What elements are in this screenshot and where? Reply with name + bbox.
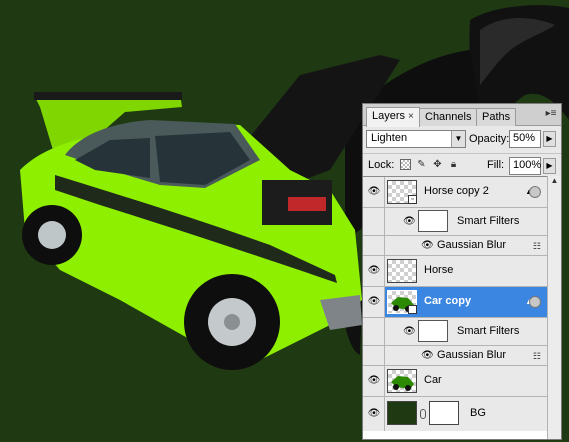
layers-scrollbar[interactable]: ▲ [547, 176, 561, 439]
smart-object-icon: ▫ [408, 305, 417, 314]
blend-mode-value: Lighten [371, 132, 408, 144]
eye-icon[interactable]: 👁︎ [367, 297, 381, 307]
filter-row-gaussian-blur[interactable]: 👁︎ Gaussian Blur ☷ [363, 346, 547, 366]
link-icon[interactable] [420, 409, 426, 419]
fill-field[interactable]: 100% [509, 157, 541, 175]
lock-transparent-pixels-icon[interactable] [400, 159, 411, 170]
eye-icon[interactable]: 👁︎ [403, 216, 416, 227]
filter-row-gaussian-blur[interactable]: 👁︎ Gaussian Blur ☷ [363, 236, 547, 256]
visibility-toggle-spacer [363, 236, 385, 255]
lock-position-icon[interactable]: ✥ [432, 159, 443, 170]
filter-name[interactable]: Gaussian Blur [437, 349, 506, 361]
smart-filter-badge-icon [529, 296, 541, 308]
layer-thumbnail: ▫ [387, 290, 417, 314]
panel-menu-icon[interactable]: ▸≡ [544, 108, 558, 120]
layer-thumbnail [387, 259, 417, 283]
eye-icon[interactable]: 👁︎ [367, 376, 381, 386]
layer-mask-thumbnail[interactable] [429, 401, 459, 425]
tab-paths[interactable]: Paths [476, 108, 517, 126]
visibility-toggle[interactable]: 👁︎ [363, 366, 385, 396]
visibility-toggle-spacer [363, 346, 385, 365]
eye-icon[interactable]: 👁︎ [367, 409, 381, 419]
tab-channels-label: Channels [425, 111, 472, 123]
lock-label: Lock: [368, 159, 395, 171]
opacity-field[interactable]: 50% [509, 130, 541, 148]
filter-mask-thumbnail[interactable] [418, 320, 448, 342]
layer-name[interactable]: Car [424, 374, 442, 386]
blend-mode-select[interactable]: Lighten ▼ [366, 130, 466, 148]
eye-icon[interactable]: 👁︎ [421, 350, 434, 361]
layer-row-horse[interactable]: 👁︎ Horse [363, 256, 547, 287]
layer-name[interactable]: Horse [424, 264, 453, 276]
visibility-toggle[interactable]: 👁︎ [363, 287, 385, 317]
eye-icon[interactable]: 👁︎ [421, 240, 434, 251]
scroll-up-arrow-icon[interactable]: ▲ [548, 176, 561, 188]
visibility-toggle-spacer [363, 318, 385, 345]
layer-row-car-copy[interactable]: 👁︎ ▫ Car copy ▲ [363, 287, 547, 318]
opacity-label: Opacity: [469, 133, 510, 145]
eye-icon[interactable]: 👁︎ [367, 266, 381, 276]
smart-filters-row[interactable]: 👁︎ Smart Filters [363, 208, 547, 236]
tab-paths-label: Paths [482, 111, 511, 123]
layers-panel: Layers × Channels Paths ▸≡ Lighten ▼ Opac… [362, 103, 562, 440]
smart-filters-row[interactable]: 👁︎ Smart Filters [363, 318, 547, 346]
filter-mask-thumbnail[interactable] [418, 210, 448, 232]
smart-filters-label: Smart Filters [457, 324, 520, 337]
visibility-toggle-spacer [363, 208, 385, 235]
lock-all-icon[interactable]: 🔒︎ [448, 159, 459, 170]
opacity-slider-arrow-icon[interactable]: ▶ [543, 131, 556, 147]
fill-slider-arrow-icon[interactable]: ▶ [543, 158, 556, 174]
lock-image-pixels-icon[interactable]: ✎ [416, 159, 427, 170]
eye-icon[interactable]: 👁︎ [367, 187, 381, 197]
layer-row-car[interactable]: 👁︎ Car [363, 366, 547, 397]
layer-list: 👁︎ ▫ Horse copy 2 ▲ 👁︎ Smart Filters 👁︎ … [363, 176, 547, 439]
layer-thumbnail [387, 369, 417, 393]
layer-row-horse-copy-2[interactable]: 👁︎ ▫ Horse copy 2 ▲ [363, 177, 547, 208]
filter-blending-options-icon[interactable]: ☷ [533, 241, 541, 252]
layer-name[interactable]: Horse copy 2 [424, 185, 489, 197]
eye-icon[interactable]: 👁︎ [403, 326, 416, 337]
smart-filter-badge-icon [529, 186, 541, 198]
car-thumbnail-image [391, 376, 414, 391]
visibility-toggle[interactable]: 👁︎ [363, 177, 385, 207]
chevron-down-icon[interactable]: ▼ [451, 131, 465, 147]
panel-tab-bar: Layers × Channels Paths ▸≡ [363, 104, 561, 127]
filter-name[interactable]: Gaussian Blur [437, 239, 506, 251]
close-icon[interactable]: × [408, 111, 414, 122]
visibility-toggle[interactable]: 👁︎ [363, 397, 385, 431]
layer-row-bg[interactable]: 👁︎ BG [363, 397, 547, 431]
layer-name[interactable]: Car copy [424, 295, 471, 307]
fill-label: Fill: [487, 159, 505, 171]
layer-thumbnail: ▫ [387, 180, 417, 204]
fill-layer-thumbnail [387, 401, 417, 425]
smart-filters-label: Smart Filters [457, 214, 520, 227]
tab-channels[interactable]: Channels [419, 108, 478, 126]
lock-row: Lock: ✎ ✥ 🔒︎ Fill: 100% ▶ [363, 153, 561, 175]
layer-options-row: Lighten ▼ Opacity: 50% ▶ [363, 127, 561, 151]
visibility-toggle[interactable]: 👁︎ [363, 256, 385, 286]
tab-layers[interactable]: Layers × [366, 107, 420, 127]
layer-name[interactable]: BG [470, 407, 486, 419]
tab-layers-label: Layers [372, 110, 406, 122]
filter-blending-options-icon[interactable]: ☷ [533, 351, 541, 362]
smart-object-icon: ▫ [408, 195, 417, 204]
